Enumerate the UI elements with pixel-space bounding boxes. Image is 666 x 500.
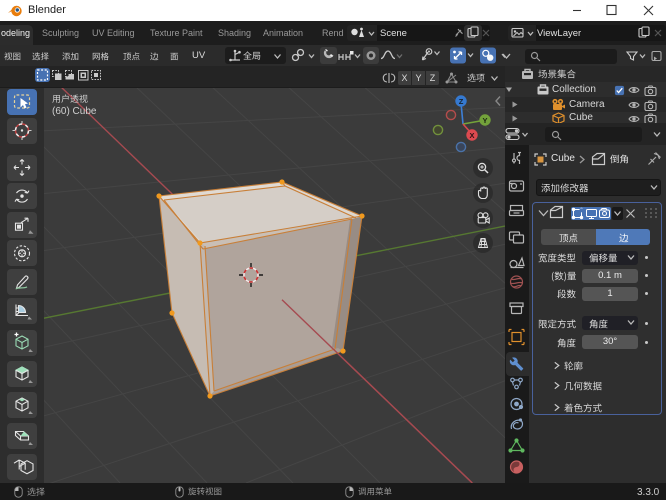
svg-text:Z: Z xyxy=(459,97,464,106)
svg-text:Y: Y xyxy=(482,116,487,125)
svg-text:X: X xyxy=(469,131,474,140)
